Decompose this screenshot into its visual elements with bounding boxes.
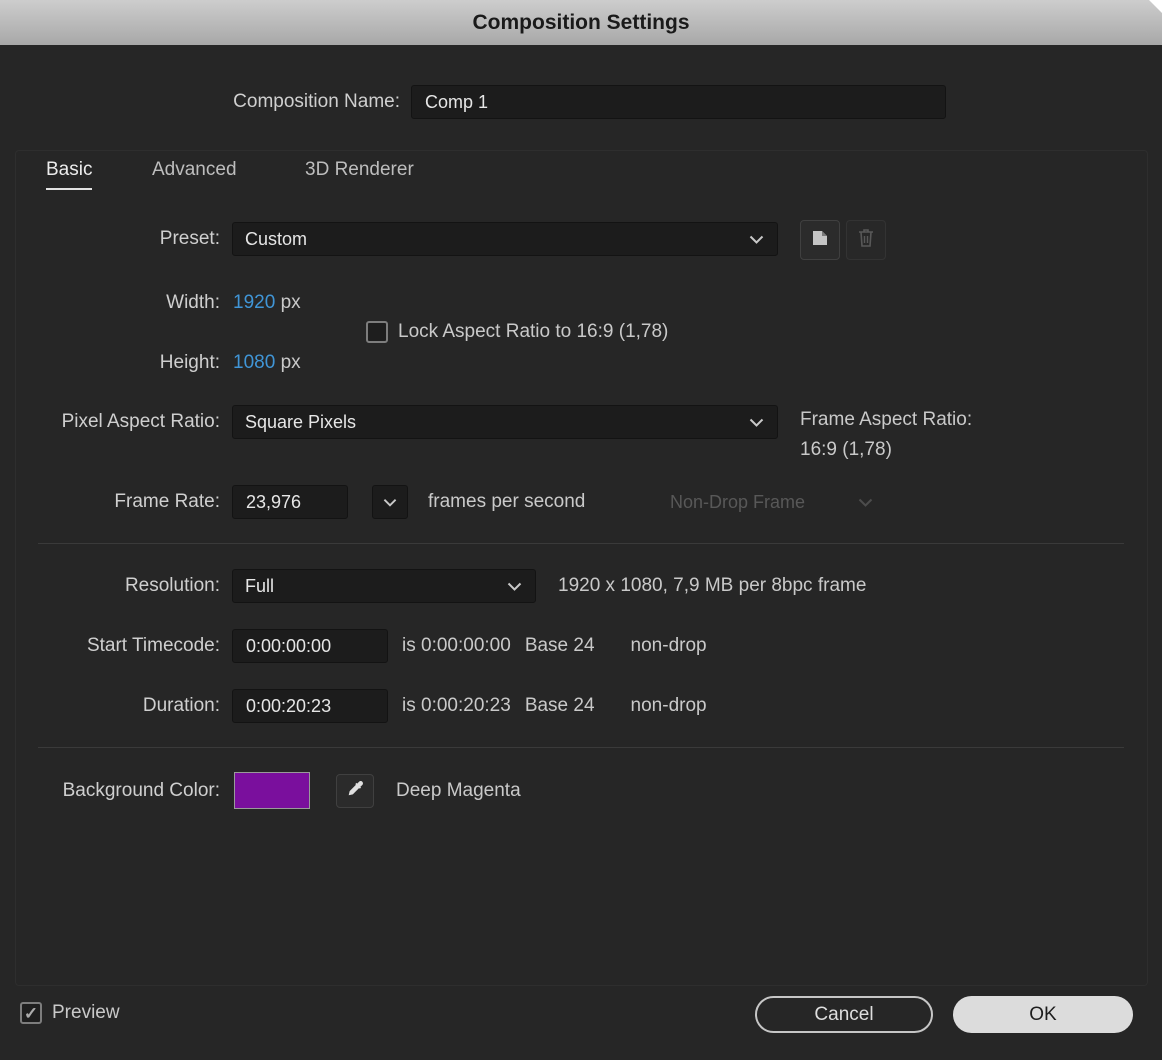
start-timecode-is: is 0:00:00:00 <box>402 635 511 656</box>
divider <box>38 543 1124 544</box>
background-color-name: Deep Magenta <box>396 780 521 801</box>
resolution-label: Resolution: <box>124 575 220 596</box>
window-corner-notch <box>1149 0 1162 13</box>
preset-label: Preset: <box>159 228 220 249</box>
composition-settings-dialog: Composition Settings Composition Name: B… <box>0 0 1162 1060</box>
tab-3d-renderer[interactable]: 3D Renderer <box>305 159 414 188</box>
duration-base: Base 24 <box>524 695 595 716</box>
cancel-button[interactable]: Cancel <box>755 996 933 1033</box>
pixel-aspect-ratio-value: Square Pixels <box>245 411 357 432</box>
start-timecode-input[interactable] <box>232 629 388 663</box>
tab-panel <box>15 150 1148 986</box>
drop-frame-value: Non-Drop Frame <box>670 491 806 512</box>
resolution-value: Full <box>245 575 275 596</box>
composition-name-label: Composition Name: <box>233 91 400 112</box>
resolution-info: 1920 x 1080, 7,9 MB per 8bpc frame <box>558 575 867 596</box>
chevron-down-icon <box>507 582 522 591</box>
background-color-swatch[interactable] <box>234 772 310 809</box>
start-timecode-info: is 0:00:00:00 Base 24 non-drop <box>402 629 707 663</box>
pixel-aspect-ratio-dropdown[interactable]: Square Pixels <box>232 405 778 439</box>
lock-aspect-checkbox[interactable] <box>366 321 388 343</box>
dialog-titlebar: Composition Settings <box>0 0 1162 45</box>
frame-aspect-ratio-value: 16:9 (1,78) <box>800 439 892 460</box>
preview-label: Preview <box>52 1002 120 1023</box>
frame-rate-input[interactable] <box>232 485 348 519</box>
frame-rate-suffix: frames per second <box>428 491 586 512</box>
width-value-pair: 1920 px <box>233 290 301 316</box>
tab-advanced[interactable]: Advanced <box>152 159 237 188</box>
start-timecode-drop: non-drop <box>630 635 707 656</box>
chevron-down-icon <box>749 418 764 427</box>
width-label: Width: <box>166 292 220 313</box>
eyedropper-icon <box>346 779 365 803</box>
save-preset-icon <box>810 228 830 253</box>
dialog-title: Composition Settings <box>472 10 690 34</box>
drop-frame-dropdown: Non-Drop Frame <box>658 485 886 519</box>
composition-name-input[interactable] <box>411 85 946 119</box>
start-timecode-base: Base 24 <box>524 635 595 656</box>
chevron-down-icon <box>858 498 873 507</box>
ok-button[interactable]: OK <box>953 996 1133 1033</box>
start-timecode-label: Start Timecode: <box>86 635 220 656</box>
width-unit: px <box>280 292 301 313</box>
duration-input[interactable] <box>232 689 388 723</box>
frame-aspect-ratio-label: Frame Aspect Ratio: <box>800 409 973 430</box>
preset-value: Custom <box>245 228 308 249</box>
chevron-down-icon <box>383 498 397 507</box>
duration-drop: non-drop <box>630 695 707 716</box>
eyedropper-button[interactable] <box>336 774 374 808</box>
delete-preset-button[interactable] <box>846 220 886 260</box>
tab-basic[interactable]: Basic <box>46 159 93 190</box>
save-preset-button[interactable] <box>800 220 840 260</box>
duration-info: is 0:00:20:23 Base 24 non-drop <box>402 689 707 723</box>
check-icon: ✓ <box>23 1003 39 1023</box>
height-value[interactable]: 1080 <box>233 352 275 373</box>
height-unit: px <box>280 352 301 373</box>
divider <box>38 747 1124 748</box>
preview-checkbox[interactable]: ✓ <box>20 1002 42 1024</box>
resolution-dropdown[interactable]: Full <box>232 569 536 603</box>
pixel-aspect-ratio-label: Pixel Aspect Ratio: <box>61 411 220 432</box>
height-label: Height: <box>159 352 220 373</box>
width-value[interactable]: 1920 <box>233 292 275 313</box>
trash-icon <box>856 227 876 254</box>
background-color-label: Background Color: <box>62 780 220 801</box>
duration-label: Duration: <box>142 695 220 716</box>
lock-aspect-label: Lock Aspect Ratio to 16:9 (1,78) <box>398 321 669 342</box>
frame-rate-preset-button[interactable] <box>372 485 408 519</box>
height-value-pair: 1080 px <box>233 350 301 376</box>
preset-dropdown[interactable]: Custom <box>232 222 778 256</box>
chevron-down-icon <box>749 235 764 244</box>
frame-rate-label: Frame Rate: <box>114 491 220 512</box>
duration-is: is 0:00:20:23 <box>402 695 511 716</box>
